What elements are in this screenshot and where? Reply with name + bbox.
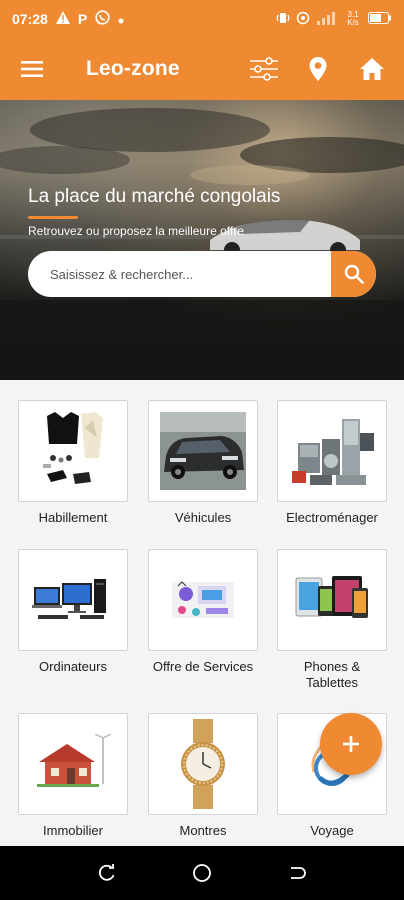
category-label: Electroménager bbox=[286, 510, 378, 525]
category-label: Montres bbox=[179, 823, 227, 838]
signal-icon bbox=[316, 11, 338, 28]
plus-icon bbox=[343, 736, 359, 752]
category-label: Véhicules bbox=[174, 510, 232, 525]
parking-icon: P bbox=[77, 11, 88, 27]
appliances-icon bbox=[292, 419, 374, 485]
clothing-icon bbox=[43, 412, 103, 484]
home-circle-icon[interactable] bbox=[187, 858, 217, 888]
vibrate-icon bbox=[276, 11, 290, 28]
category-label: Habillement bbox=[38, 510, 108, 525]
computers-icon bbox=[32, 579, 106, 619]
category-label: Ordinateurs bbox=[39, 659, 107, 674]
category-card-habillement[interactable] bbox=[18, 400, 128, 502]
category-label: Immobilier bbox=[43, 823, 103, 838]
app-title: Leo-zone bbox=[86, 57, 180, 80]
category-card-vehicules[interactable] bbox=[148, 400, 258, 502]
category-label: Voyage bbox=[310, 823, 354, 838]
category-card-offre-de-services[interactable] bbox=[148, 549, 258, 651]
hero-title-underline bbox=[28, 216, 78, 219]
phones-icon bbox=[295, 576, 368, 618]
home-icon[interactable] bbox=[358, 55, 386, 83]
status-bar: 07:28 P 3.1 K/s bbox=[0, 0, 404, 38]
search-input[interactable] bbox=[28, 251, 331, 297]
search-icon bbox=[344, 264, 364, 284]
filter-icon[interactable] bbox=[250, 55, 278, 83]
category-card-immobilier[interactable] bbox=[18, 713, 128, 815]
hero-subtitle: Retrouvez ou proposez la meilleure offre bbox=[28, 224, 244, 238]
status-time: 07:28 bbox=[12, 11, 48, 27]
warning-icon bbox=[55, 11, 70, 27]
hotspot-icon bbox=[296, 11, 310, 28]
services-icon bbox=[172, 581, 234, 618]
house-icon bbox=[37, 734, 112, 787]
menu-icon[interactable] bbox=[18, 55, 46, 83]
add-listing-button[interactable] bbox=[320, 713, 382, 775]
car-icon bbox=[160, 412, 246, 490]
hero-title: La place du marché congolais bbox=[28, 186, 281, 207]
data-speed: 3.1 K/s bbox=[347, 10, 359, 27]
recents-icon[interactable] bbox=[92, 858, 122, 888]
search-bar bbox=[28, 251, 376, 297]
category-card-phones-tablettes[interactable] bbox=[277, 549, 387, 651]
category-label: Offre de Services bbox=[152, 659, 254, 674]
whatsapp-icon bbox=[95, 10, 110, 28]
category-label: Phones & Tablettes bbox=[303, 659, 361, 690]
battery-icon bbox=[368, 11, 392, 27]
category-card-montres[interactable] bbox=[148, 713, 258, 815]
search-button[interactable] bbox=[331, 251, 376, 297]
dot-icon bbox=[118, 11, 124, 27]
hero-background-image bbox=[0, 108, 404, 380]
hero-banner: La place du marché congolais Retrouvez o… bbox=[0, 100, 404, 380]
category-card-ordinateurs[interactable] bbox=[18, 549, 128, 651]
app-bar: Leo-zone bbox=[0, 38, 404, 100]
back-icon[interactable] bbox=[282, 858, 312, 888]
location-icon[interactable] bbox=[304, 55, 332, 83]
category-grid: Habillement Véhicules Electroménager Ord… bbox=[0, 380, 404, 846]
system-nav-bar bbox=[0, 846, 404, 900]
category-card-electromenager[interactable] bbox=[277, 400, 387, 502]
watch-icon bbox=[181, 719, 225, 809]
